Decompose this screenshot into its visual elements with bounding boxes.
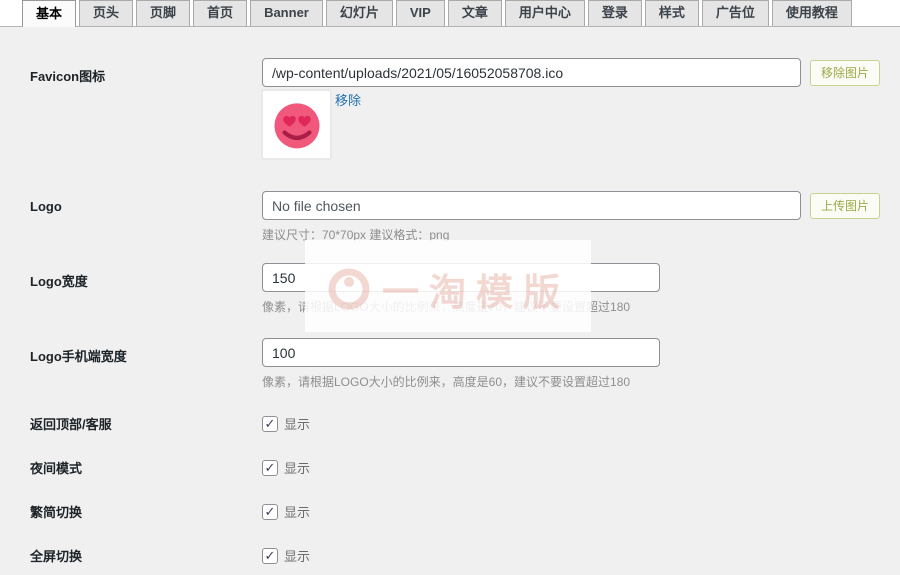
upload-image-button[interactable]: 上传图片 bbox=[810, 193, 880, 219]
night-mode-checkbox-label: 显示 bbox=[284, 458, 310, 477]
back-to-top-checkbox-label: 显示 bbox=[284, 414, 310, 433]
tab-home[interactable]: 首页 bbox=[193, 0, 247, 26]
checkmark-icon: ✓ bbox=[265, 505, 276, 518]
remove-link[interactable]: 移除 bbox=[335, 90, 361, 109]
tab-header[interactable]: 页头 bbox=[79, 0, 133, 26]
favicon-path-input[interactable] bbox=[262, 58, 801, 87]
logo-file-input[interactable] bbox=[262, 191, 801, 220]
settings-panel: Favicon图标 移除图片 移除 bbox=[0, 27, 900, 565]
back-to-top-checkbox[interactable]: ✓ bbox=[262, 416, 278, 432]
back-to-top-row: 返回顶部/客服 ✓ 显示 bbox=[30, 414, 900, 433]
heart-eyes-face-icon bbox=[267, 95, 327, 155]
back-to-top-label: 返回顶部/客服 bbox=[30, 414, 262, 433]
remove-image-button[interactable]: 移除图片 bbox=[810, 60, 880, 86]
fullscreen-toggle-checkbox-label: 显示 bbox=[284, 546, 310, 565]
favicon-row: Favicon图标 移除图片 移除 bbox=[30, 58, 900, 159]
fullscreen-toggle-label: 全屏切换 bbox=[30, 546, 262, 565]
traditional-simplified-checkbox-label: 显示 bbox=[284, 502, 310, 521]
logo-mobile-width-input[interactable] bbox=[262, 338, 660, 367]
logo-width-input[interactable] bbox=[262, 263, 660, 292]
tab-articles[interactable]: 文章 bbox=[448, 0, 502, 26]
checkmark-icon: ✓ bbox=[265, 461, 276, 474]
logo-mobile-width-label: Logo手机端宽度 bbox=[30, 338, 262, 365]
night-mode-checkbox[interactable]: ✓ bbox=[262, 460, 278, 476]
checkmark-icon: ✓ bbox=[265, 549, 276, 562]
checkmark-icon: ✓ bbox=[265, 417, 276, 430]
tab-login[interactable]: 登录 bbox=[588, 0, 642, 26]
traditional-simplified-checkbox[interactable]: ✓ bbox=[262, 504, 278, 520]
tab-bar: 基本 页头 页脚 首页 Banner 幻灯片 VIP 文章 用户中心 登录 样式… bbox=[0, 0, 900, 27]
logo-label: Logo bbox=[30, 191, 262, 214]
tab-style[interactable]: 样式 bbox=[645, 0, 699, 26]
night-mode-label: 夜间模式 bbox=[30, 458, 262, 477]
tab-slideshow[interactable]: 幻灯片 bbox=[326, 0, 393, 26]
logo-width-hint: 像素，请根据LOGO大小的比例来，高度是70，建议不要设置超过180 bbox=[262, 298, 900, 315]
tab-ad-slots[interactable]: 广告位 bbox=[702, 0, 769, 26]
logo-mobile-width-row: Logo手机端宽度 像素，请根据LOGO大小的比例来，高度是60，建议不要设置超… bbox=[30, 338, 900, 390]
logo-row: Logo 上传图片 建议尺寸：70*70px 建议格式：png bbox=[30, 191, 900, 243]
fullscreen-toggle-checkbox[interactable]: ✓ bbox=[262, 548, 278, 564]
logo-mobile-width-hint: 像素，请根据LOGO大小的比例来，高度是60，建议不要设置超过180 bbox=[262, 373, 900, 390]
tab-user-center[interactable]: 用户中心 bbox=[505, 0, 585, 26]
tab-footer[interactable]: 页脚 bbox=[136, 0, 190, 26]
night-mode-row: 夜间模式 ✓ 显示 bbox=[30, 458, 900, 477]
logo-hint: 建议尺寸：70*70px 建议格式：png bbox=[262, 226, 900, 243]
tab-vip[interactable]: VIP bbox=[396, 0, 445, 26]
fullscreen-toggle-row: 全屏切换 ✓ 显示 bbox=[30, 546, 900, 565]
tab-tutorial[interactable]: 使用教程 bbox=[772, 0, 852, 26]
favicon-label: Favicon图标 bbox=[30, 58, 262, 85]
logo-width-row: Logo宽度 像素，请根据LOGO大小的比例来，高度是70，建议不要设置超过18… bbox=[30, 263, 900, 315]
theme-options-page: 基本 页头 页脚 首页 Banner 幻灯片 VIP 文章 用户中心 登录 样式… bbox=[0, 0, 900, 575]
tab-basic[interactable]: 基本 bbox=[22, 0, 76, 27]
tab-banner[interactable]: Banner bbox=[250, 0, 323, 26]
traditional-simplified-row: 繁简切换 ✓ 显示 bbox=[30, 502, 900, 521]
favicon-preview bbox=[262, 90, 331, 159]
logo-width-label: Logo宽度 bbox=[30, 263, 262, 290]
traditional-simplified-label: 繁简切换 bbox=[30, 502, 262, 521]
